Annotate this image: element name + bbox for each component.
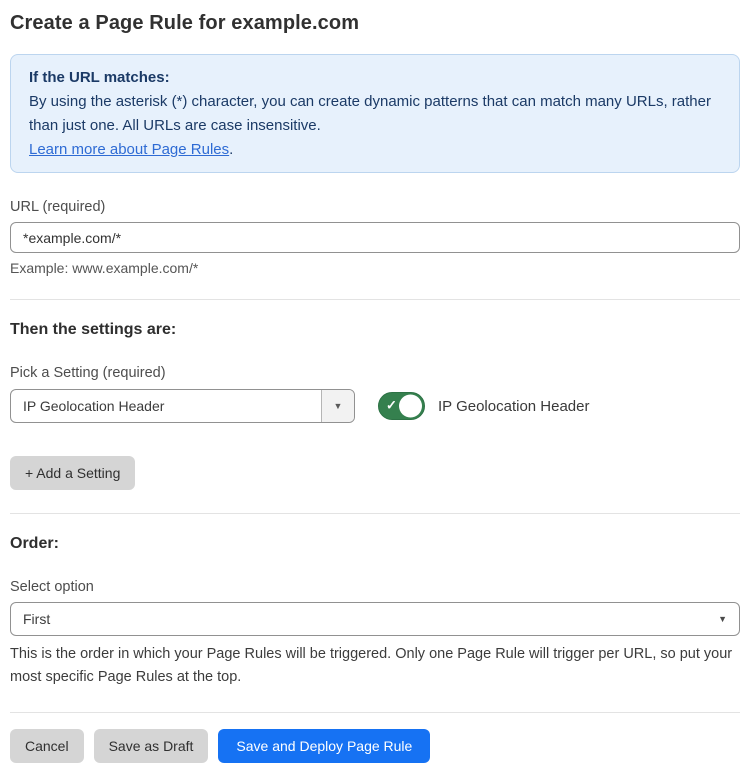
order-select-label: Select option: [10, 579, 740, 595]
url-input[interactable]: [10, 222, 740, 253]
setting-picker-value: IP Geolocation Header: [11, 390, 321, 422]
section-divider: [10, 513, 740, 514]
url-example-hint: Example: www.example.com/*: [10, 260, 740, 276]
create-page-rule-form: Create a Page Rule for example.com If th…: [0, 0, 750, 775]
page-title: Create a Page Rule for example.com: [10, 12, 740, 35]
setting-picker-arrow-button[interactable]: ▼: [321, 390, 354, 422]
info-box-link-line: Learn more about Page Rules.: [29, 138, 721, 162]
toggle-knob: [399, 395, 422, 418]
order-section-heading: Order:: [10, 535, 740, 553]
footer-actions: Cancel Save as Draft Save and Deploy Pag…: [10, 729, 740, 763]
url-match-info-box: If the URL matches: By using the asteris…: [10, 54, 740, 173]
info-box-body: By using the asterisk (*) character, you…: [29, 90, 721, 138]
add-setting-button[interactable]: + Add a Setting: [10, 456, 135, 490]
chevron-down-icon: ▼: [334, 401, 343, 411]
ip-geolocation-toggle[interactable]: ✓: [378, 392, 425, 420]
settings-section-heading: Then the settings are:: [10, 321, 740, 339]
link-suffix: .: [229, 141, 233, 158]
learn-more-link[interactable]: Learn more about Page Rules: [29, 141, 229, 158]
info-box-heading: If the URL matches:: [29, 66, 721, 90]
section-divider: [10, 712, 740, 713]
toggle-label: IP Geolocation Header: [438, 398, 590, 415]
order-select[interactable]: First ▼: [10, 602, 740, 636]
setting-row: IP Geolocation Header ▼ ✓ IP Geolocation…: [10, 389, 740, 423]
setting-picker-dropdown[interactable]: IP Geolocation Header ▼: [10, 389, 355, 423]
chevron-down-icon: ▼: [718, 614, 727, 624]
order-help-text: This is the order in which your Page Rul…: [10, 643, 740, 689]
order-select-value: First: [23, 611, 718, 627]
section-divider: [10, 299, 740, 300]
setting-picker-label: Pick a Setting (required): [10, 365, 740, 381]
save-and-deploy-button[interactable]: Save and Deploy Page Rule: [218, 729, 430, 763]
save-as-draft-button[interactable]: Save as Draft: [94, 729, 209, 763]
cancel-button[interactable]: Cancel: [10, 729, 84, 763]
check-icon: ✓: [386, 398, 397, 414]
url-field-label: URL (required): [10, 199, 740, 215]
